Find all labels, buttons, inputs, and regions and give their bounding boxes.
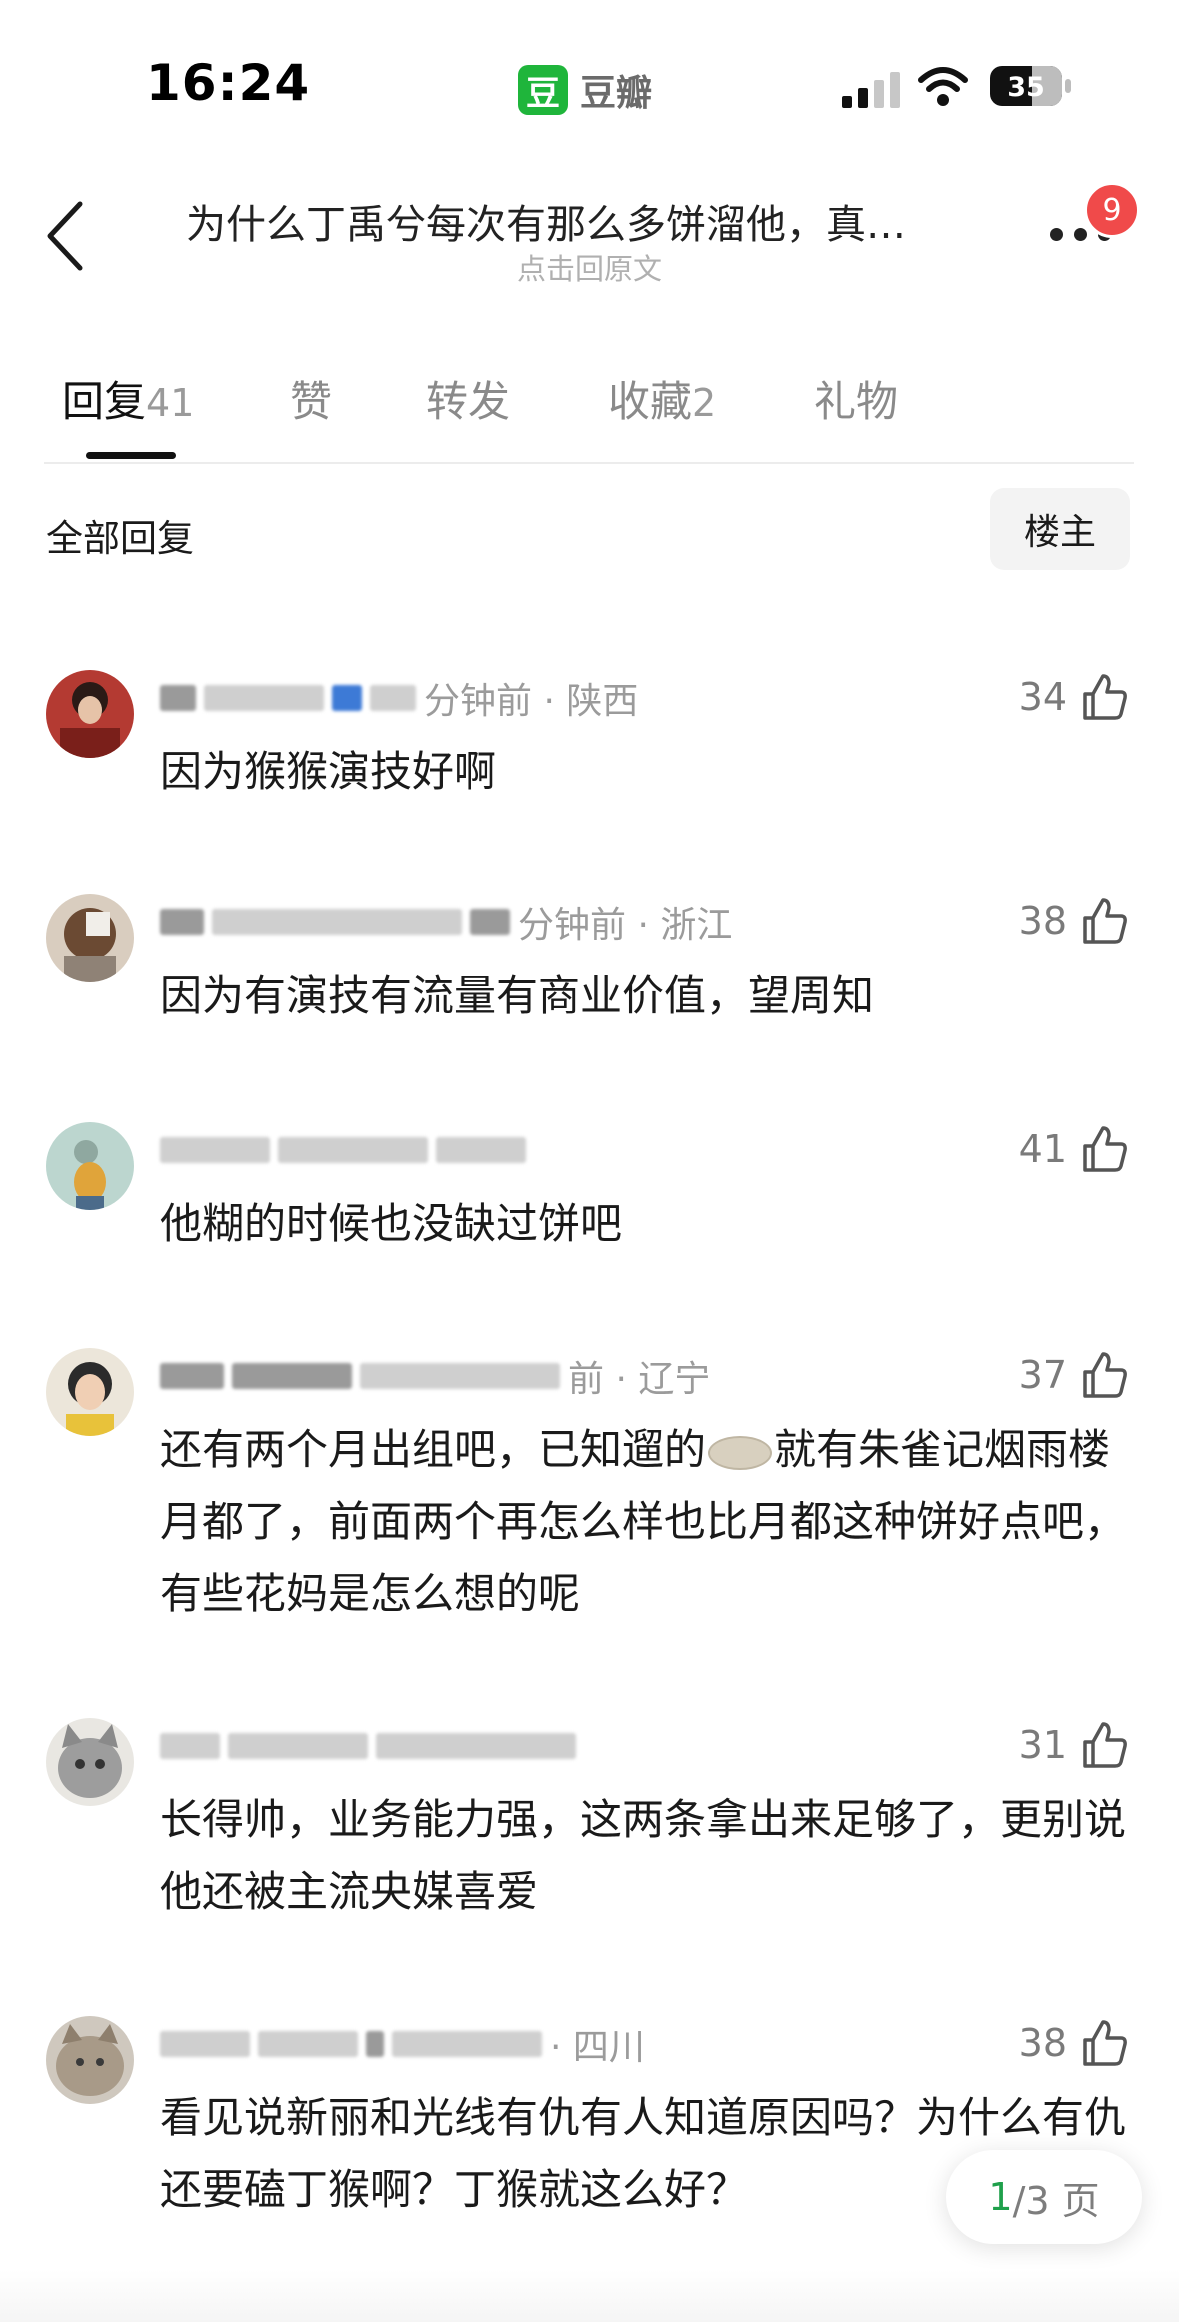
blurred-time (470, 909, 510, 935)
battery-level: 35 (1007, 72, 1045, 103)
like-button[interactable]: 34 (1019, 672, 1129, 722)
blurred-username (212, 909, 462, 935)
comment-time-location: · 四川 (550, 2027, 645, 2068)
page-indicator[interactable]: 1/3 页 (946, 2150, 1142, 2244)
post-title[interactable]: 为什么丁禹兮每次有那么多饼溜他，真… (186, 192, 1006, 250)
tab-label: 转发 (426, 377, 511, 426)
back-to-original-link[interactable]: 点击回原文 (0, 246, 1179, 288)
thumbs-up-icon (1083, 1126, 1127, 1172)
blurred-username (228, 1733, 368, 1759)
blurred-time (360, 1363, 560, 1389)
blurred-username (160, 1363, 224, 1389)
app-indicator: 豆 豆瓣 (518, 64, 652, 116)
tab-label: 回复 (62, 377, 147, 426)
tab-bar: 回复41 赞 转发 收藏2 礼物 (0, 368, 1179, 464)
comment-meta (160, 1722, 584, 1770)
blurred-username (160, 909, 204, 935)
tab-replies[interactable]: 回复41 (62, 368, 194, 429)
blurred-time (392, 2031, 542, 2057)
comment-meta: 分钟前 · 陕西 (160, 674, 638, 722)
blurred-location (436, 1137, 526, 1163)
blurred-time (376, 1733, 576, 1759)
bottom-fade (0, 2270, 1179, 2322)
notification-badge: 9 (1084, 182, 1140, 238)
comment-text: 他糊的时候也没缺过饼吧 (160, 1199, 623, 1248)
comment-time-location: 分钟前 · 浙江 (518, 905, 733, 946)
like-count: 38 (1018, 2021, 1067, 2065)
douban-logo-icon: 豆 (518, 65, 568, 115)
status-bar: 16:24 豆 豆瓣 35 (0, 0, 1179, 160)
thumbs-up-icon (1083, 1722, 1127, 1768)
comment-meta: 分钟前 · 浙江 (160, 898, 732, 946)
thumbs-up-icon (1083, 898, 1127, 944)
comment-text-part: 还有两个月出组吧，已知遛的 (160, 1425, 707, 1474)
status-time: 16:24 (146, 54, 311, 112)
comment-meta (160, 1126, 534, 1174)
like-count: 37 (1018, 1353, 1067, 1397)
comment-text: 因为有演技有流量有商业价值，望周知 (160, 971, 875, 1020)
blurred-username (160, 685, 196, 711)
like-count: 31 (1018, 1723, 1067, 1767)
avatar[interactable] (46, 894, 134, 982)
thumbs-up-icon (1083, 674, 1127, 720)
thumbs-up-icon (1083, 2020, 1127, 2066)
wifi-icon (918, 67, 968, 106)
tab-gifts[interactable]: 礼物 (814, 368, 898, 429)
like-button[interactable]: 38 (1019, 2018, 1129, 2068)
all-replies-label: 全部回复 (46, 517, 194, 560)
divider (44, 462, 1134, 464)
comment-meta: · 四川 (160, 2020, 645, 2068)
tab-reposts[interactable]: 转发 (426, 368, 510, 429)
avatar[interactable] (46, 1122, 134, 1210)
avatar[interactable] (46, 670, 134, 758)
app-name: 豆瓣 (580, 73, 653, 114)
like-button[interactable]: 38 (1019, 896, 1129, 946)
battery-icon: 35 (990, 66, 1072, 106)
blurred-username (258, 2031, 358, 2057)
avatar[interactable] (46, 1348, 134, 1436)
tab-collections[interactable]: 收藏2 (608, 368, 716, 429)
blurred-time (370, 685, 416, 711)
like-button[interactable]: 41 (1019, 1124, 1129, 1174)
comment-time-location: 分钟前 · 陕西 (424, 681, 639, 722)
cookie-emoji-icon (708, 1435, 773, 1470)
current-page: 1 (988, 2175, 1013, 2219)
avatar[interactable] (46, 1718, 134, 1806)
blurred-username (160, 2031, 250, 2057)
like-count: 34 (1018, 675, 1067, 719)
comment-text: 因为猴猴演技好啊 (160, 747, 497, 796)
tab-count: 41 (146, 381, 195, 425)
like-count: 38 (1018, 899, 1067, 943)
op-only-button[interactable]: 楼主 (990, 488, 1130, 570)
more-dot (1074, 228, 1087, 241)
avatar[interactable] (46, 2016, 134, 2104)
tab-count: 2 (692, 381, 717, 425)
tab-label: 赞 (290, 377, 333, 426)
blurred-username (366, 2031, 384, 2057)
badge-icon (332, 685, 362, 711)
comment-time-location: 前 · 辽宁 (568, 1359, 711, 1400)
thumbs-up-icon (1083, 1352, 1127, 1398)
comment-meta: 前 · 辽宁 (160, 1352, 710, 1400)
tab-label: 礼物 (814, 377, 899, 426)
cellular-signal-icon (842, 72, 900, 108)
like-count: 41 (1018, 1127, 1067, 1171)
blurred-username (160, 1733, 220, 1759)
total-pages: /3 页 (1012, 2178, 1100, 2223)
more-dots-icon (1050, 228, 1063, 241)
tab-label: 收藏 (608, 377, 693, 426)
tab-likes[interactable]: 赞 (290, 368, 332, 429)
like-button[interactable]: 37 (1019, 1350, 1129, 1400)
active-tab-indicator (86, 452, 176, 459)
blurred-time (278, 1137, 428, 1163)
like-button[interactable]: 31 (1019, 1720, 1129, 1770)
blurred-username (160, 1137, 270, 1163)
blurred-username (204, 685, 324, 711)
comment-text: 长得帅，业务能力强，这两条拿出来足够了，更别说他还被主流央媒喜爱 (160, 1795, 1127, 1916)
comment-text: 还有两个月出组吧，已知遛的 就有朱雀记烟雨楼月都了，前面两个再怎么样也比月都这种饼… (160, 1414, 1138, 1630)
blurred-username (232, 1363, 352, 1389)
